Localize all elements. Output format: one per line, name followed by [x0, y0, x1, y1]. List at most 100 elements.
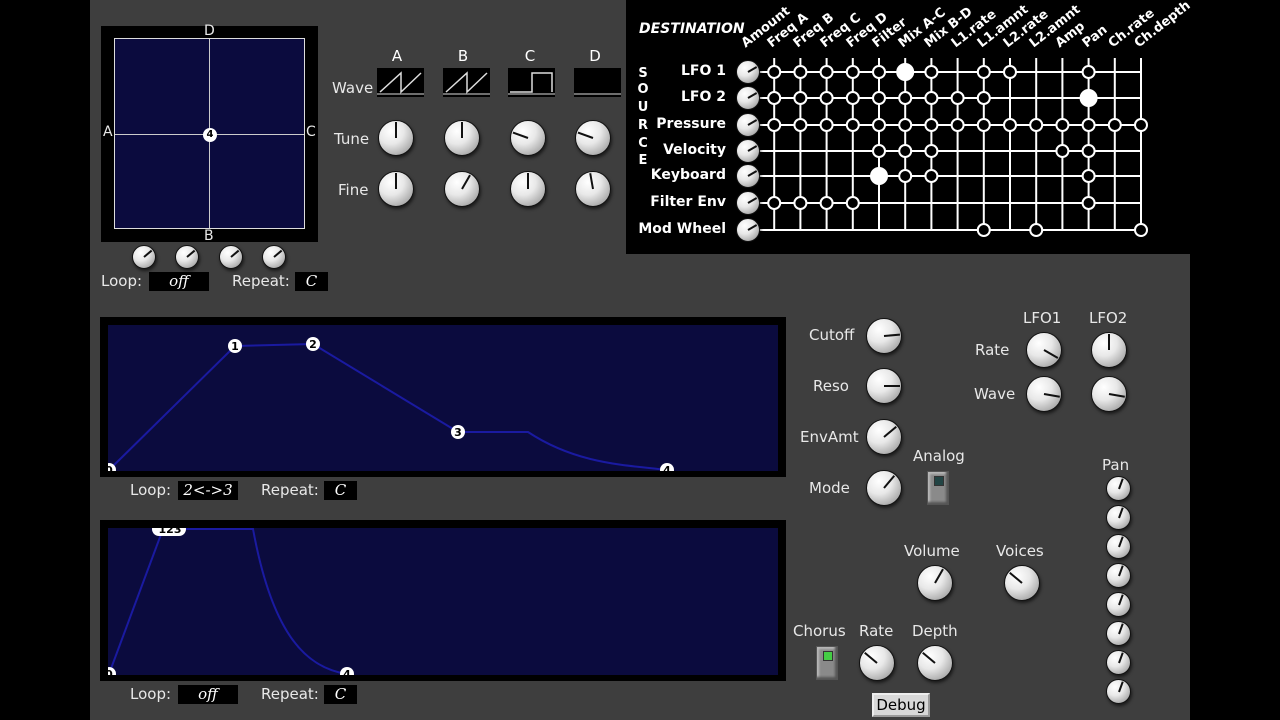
- osc-c-wave[interactable]: [508, 68, 555, 97]
- chorus-rate-knob[interactable]: [859, 645, 895, 681]
- xy-pad-node[interactable]: 4: [203, 128, 217, 142]
- lfo1-rate-knob[interactable]: [1026, 332, 1062, 368]
- matrix-connection-node[interactable]: [845, 196, 860, 210]
- matrix-connection-node[interactable]: [1055, 118, 1070, 132]
- matrix-connection-node[interactable]: [1081, 144, 1096, 158]
- pan-knob-5[interactable]: [1106, 592, 1131, 617]
- amp-loop-value[interactable]: off: [178, 685, 238, 704]
- matrix-connection-node[interactable]: [872, 65, 886, 79]
- matrix-amount-knob[interactable]: [736, 86, 760, 110]
- matrix-connection-node[interactable]: [1029, 118, 1044, 132]
- matrix-amount-knob[interactable]: [736, 218, 760, 242]
- matrix-connection-node[interactable]: [845, 91, 860, 105]
- xy-knob-3[interactable]: [219, 245, 243, 269]
- matrix-connection-node[interactable]: [898, 118, 913, 132]
- osc-d-wave[interactable]: [574, 68, 621, 97]
- matrix-connection-node[interactable]: [924, 169, 939, 183]
- debug-button[interactable]: Debug: [872, 693, 930, 717]
- volume-knob[interactable]: [917, 565, 953, 601]
- mode-knob[interactable]: [866, 470, 902, 506]
- matrix-connection-node[interactable]: [1081, 65, 1096, 79]
- osc-a-fine-knob[interactable]: [378, 171, 414, 207]
- matrix-connection-node[interactable]: [872, 118, 886, 132]
- matrix-connection-node[interactable]: [793, 118, 808, 132]
- matrix-connection-node[interactable]: [896, 63, 915, 81]
- matrix-connection-node[interactable]: [924, 144, 939, 158]
- xy-knob-1[interactable]: [132, 245, 156, 269]
- osc-a-tune-knob[interactable]: [378, 120, 414, 156]
- matrix-amount-knob[interactable]: [736, 113, 760, 137]
- osc-c-tune-knob[interactable]: [510, 120, 546, 156]
- pan-knob-7[interactable]: [1106, 650, 1131, 675]
- chorus-depth-knob[interactable]: [917, 645, 953, 681]
- matrix-connection-node[interactable]: [819, 91, 834, 105]
- matrix-connection-node[interactable]: [898, 91, 913, 105]
- lfo2-wave-knob[interactable]: [1091, 376, 1127, 412]
- matrix-connection-node[interactable]: [1107, 118, 1122, 132]
- xy-knob-4[interactable]: [262, 245, 286, 269]
- matrix-connection-node[interactable]: [1134, 223, 1148, 237]
- matrix-connection-node[interactable]: [898, 169, 913, 183]
- pan-knob-3[interactable]: [1106, 534, 1131, 559]
- matrix-connection-node[interactable]: [767, 65, 782, 79]
- pan-knob-1[interactable]: [1106, 476, 1131, 501]
- matrix-connection-node[interactable]: [819, 118, 834, 132]
- matrix-connection-node[interactable]: [924, 65, 939, 79]
- matrix-connection-node[interactable]: [976, 118, 991, 132]
- amp-repeat-value[interactable]: C: [324, 685, 357, 704]
- osc-d-fine-knob[interactable]: [575, 171, 611, 207]
- cutoff-knob[interactable]: [866, 318, 902, 354]
- matrix-connection-node[interactable]: [1029, 223, 1044, 237]
- amp-envelope-editor[interactable]: 0 123 4: [108, 528, 778, 675]
- matrix-connection-node[interactable]: [1081, 118, 1096, 132]
- matrix-connection-node[interactable]: [793, 91, 808, 105]
- filter-envelope-editor[interactable]: 0 1 2 3 4: [108, 325, 778, 471]
- matrix-connection-node[interactable]: [976, 65, 991, 79]
- matrix-connection-node[interactable]: [1003, 118, 1017, 132]
- pan-knob-2[interactable]: [1106, 505, 1131, 530]
- xy-repeat-value[interactable]: C: [295, 272, 328, 291]
- pan-knob-4[interactable]: [1106, 563, 1131, 588]
- matrix-connection-node[interactable]: [793, 65, 808, 79]
- matrix-connection-node[interactable]: [872, 91, 886, 105]
- envamt-knob[interactable]: [866, 419, 902, 455]
- matrix-connection-node[interactable]: [1134, 118, 1148, 132]
- matrix-connection-node[interactable]: [793, 196, 808, 210]
- matrix-connection-node[interactable]: [872, 144, 886, 158]
- osc-a-wave[interactable]: [377, 68, 424, 97]
- filter-repeat-value[interactable]: C: [324, 481, 357, 500]
- analog-toggle[interactable]: [927, 471, 949, 505]
- matrix-amount-knob[interactable]: [736, 191, 760, 215]
- osc-b-tune-knob[interactable]: [444, 120, 480, 156]
- filter-loop-value[interactable]: 2<->3: [178, 481, 238, 500]
- osc-b-fine-knob[interactable]: [444, 171, 480, 207]
- matrix-amount-knob[interactable]: [736, 139, 760, 163]
- matrix-connection-node[interactable]: [1081, 196, 1096, 210]
- voices-knob[interactable]: [1004, 565, 1040, 601]
- matrix-connection-node[interactable]: [924, 91, 939, 105]
- matrix-connection-node[interactable]: [950, 91, 965, 105]
- osc-b-wave[interactable]: [443, 68, 490, 97]
- pan-knob-8[interactable]: [1106, 679, 1131, 704]
- xy-knob-2[interactable]: [175, 245, 199, 269]
- pan-knob-6[interactable]: [1106, 621, 1131, 646]
- matrix-connection-node[interactable]: [950, 118, 965, 132]
- matrix-connection-node[interactable]: [1055, 144, 1070, 158]
- matrix-connection-node[interactable]: [819, 196, 834, 210]
- lfo1-wave-knob[interactable]: [1026, 376, 1062, 412]
- matrix-connection-node[interactable]: [767, 91, 782, 105]
- matrix-amount-knob[interactable]: [736, 164, 760, 188]
- matrix-connection-node[interactable]: [767, 118, 782, 132]
- xy-loop-value[interactable]: off: [149, 272, 209, 291]
- matrix-connection-node[interactable]: [898, 144, 913, 158]
- chorus-toggle[interactable]: [816, 646, 838, 680]
- matrix-connection-node[interactable]: [1003, 65, 1017, 79]
- matrix-connection-node[interactable]: [924, 118, 939, 132]
- reso-knob[interactable]: [866, 368, 902, 404]
- matrix-connection-node[interactable]: [767, 196, 782, 210]
- matrix-connection-node[interactable]: [1081, 169, 1096, 183]
- matrix-connection-node[interactable]: [1079, 89, 1098, 107]
- matrix-amount-knob[interactable]: [736, 60, 760, 84]
- lfo2-rate-knob[interactable]: [1091, 332, 1127, 368]
- matrix-connection-node[interactable]: [845, 65, 860, 79]
